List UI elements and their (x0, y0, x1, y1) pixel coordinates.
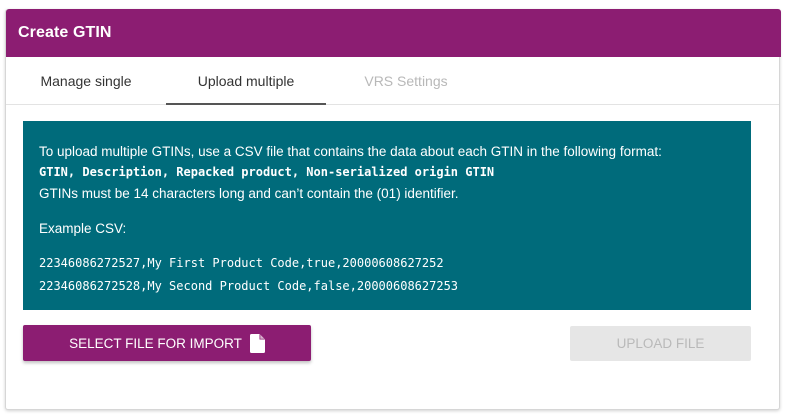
tab-bar: Manage single Upload multiple VRS Settin… (6, 57, 779, 105)
csv-format-spec: GTIN, Description, Repacked product, Non… (39, 165, 495, 179)
example-csv-line: 22346086272528,My Second Product Code,fa… (39, 279, 459, 293)
card-title: Create GTIN (18, 24, 112, 41)
upload-file-button: UPLOAD FILE (570, 326, 751, 361)
instructions-intro: To upload multiple GTINs, use a CSV file… (39, 144, 662, 159)
page: Create GTIN Manage single Upload multipl… (0, 0, 787, 418)
gtin-length-rule: GTINs must be 14 characters long and can… (39, 186, 459, 201)
example-csv-line: 22346086272527,My First Product Code,tru… (39, 256, 444, 270)
file-icon (249, 333, 265, 353)
tab-manage-single[interactable]: Manage single (6, 57, 166, 104)
upload-instructions-panel: To upload multiple GTINs, use a CSV file… (23, 121, 751, 310)
tab-upload-multiple[interactable]: Upload multiple (166, 57, 326, 105)
select-file-button[interactable]: SELECT FILE FOR IMPORT (23, 325, 311, 361)
select-file-label: SELECT FILE FOR IMPORT (69, 335, 242, 351)
tab-vrs-settings: VRS Settings (364, 72, 448, 89)
example-csv-block: 22346086272527,My First Product Code,tru… (39, 252, 735, 298)
card-header: Create GTIN (6, 9, 781, 57)
example-csv-label: Example CSV: (39, 221, 127, 236)
